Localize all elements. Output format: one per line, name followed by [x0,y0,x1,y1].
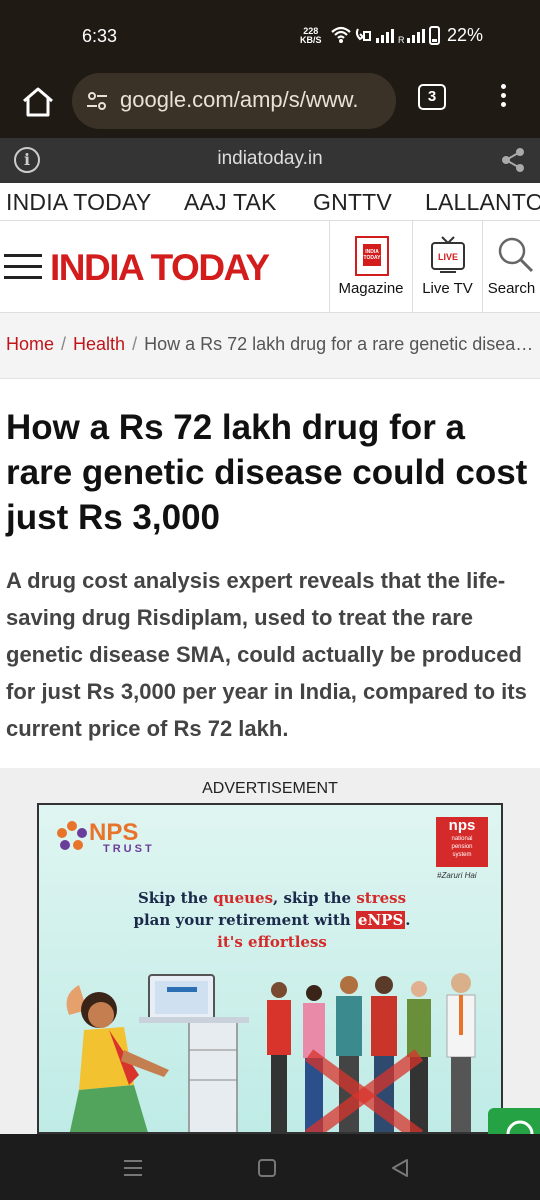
amp-domain[interactable]: indiatoday.in [0,148,540,170]
ad-illustration [66,973,476,1132]
nps-flower-icon [57,821,87,850]
nps-hashtag: #Zaruri Hai [437,871,477,880]
search-icon [498,237,534,273]
battery-percent: 22% [447,25,484,45]
amp-header: i indiatoday.in [0,138,540,183]
article-headline: How a Rs 72 lakh drug for a rare genetic… [6,408,528,537]
tabs-icon[interactable]: 3 [418,84,446,110]
signal-label: R [398,35,407,45]
nps-badge: nps national pension system [436,817,488,867]
live-tv-label: Live TV [422,280,473,297]
network-item-lallantop[interactable]: LALLANTOP [425,189,540,216]
home-icon[interactable] [18,82,58,122]
article-summary: A drug cost analysis expert reveals that… [6,568,527,741]
live-tv-button[interactable]: LIVE Live TV [412,221,482,313]
net-speed: 228 KB/S [300,26,322,45]
wifi-icon [331,26,351,39]
share-icon[interactable] [500,147,526,173]
network-item-aaj-tak[interactable]: AAJ TAK [184,189,277,216]
tune-icon[interactable] [86,90,108,112]
site-logo[interactable]: INDIA TODAY [50,247,270,289]
desk-figure [139,974,249,1132]
breadcrumb-current: How a Rs 72 lakh drug for a rare genetic… [144,334,536,354]
recents-icon[interactable] [122,1158,144,1178]
url-text[interactable]: google.com/amp/s/www. [120,87,390,113]
network-item-india-today[interactable]: INDIA TODAY [6,189,151,216]
site-header: INDIA TODAY INDIA TODAY Magazine LIVE Li… [0,221,540,313]
magazine-button[interactable]: INDIA TODAY Magazine [329,221,412,313]
browser-toolbar: google.com/amp/s/www. 3 [0,70,540,138]
ad-container: ADVERTISEMENT NPS TRUST nps national pen… [0,768,540,1134]
search-label: Search [487,280,536,297]
live-tv-icon: LIVE [431,236,465,273]
whatsapp-icon[interactable] [488,1108,540,1148]
breadcrumb: Home / Health / How a Rs 72 lakh drug for a … [0,313,540,379]
address-bar[interactable]: google.com/amp/s/www. [72,73,396,129]
svg-text:TODAY: TODAY [364,255,382,261]
ad-banner[interactable]: NPS TRUST nps national pension system #Z… [37,803,503,1134]
hamburger-icon[interactable] [4,254,42,280]
status-bar: 6:33 228 KB/S R 22% [0,0,540,70]
magazine-label: Magazine [338,280,404,297]
system-nav-bar [0,1134,540,1200]
search-button[interactable]: Search [482,221,540,313]
network-item-gnttv[interactable]: GNTTV [313,189,392,216]
home-nav-icon[interactable] [257,1158,277,1178]
magazine-icon: INDIA TODAY [355,236,389,276]
network-nav: INDIA TODAY AAJ TAK GNTTV LALLANTOP [0,183,540,221]
signal-icons: R [331,26,440,45]
ad-tagline: Skip the queues, skip the stress plan yo… [133,889,411,951]
breadcrumb-home[interactable]: Home [6,334,54,354]
status-time: 6:33 [82,26,118,46]
svg-text:LIVE: LIVE [438,252,458,262]
breadcrumb-health[interactable]: Health [73,334,125,354]
queue-figures [267,973,476,1132]
more-vert-icon[interactable] [494,80,512,116]
back-icon[interactable] [390,1158,410,1178]
volte-icon [355,28,371,41]
battery-icon [429,26,440,45]
ad-label: ADVERTISEMENT [202,780,338,797]
